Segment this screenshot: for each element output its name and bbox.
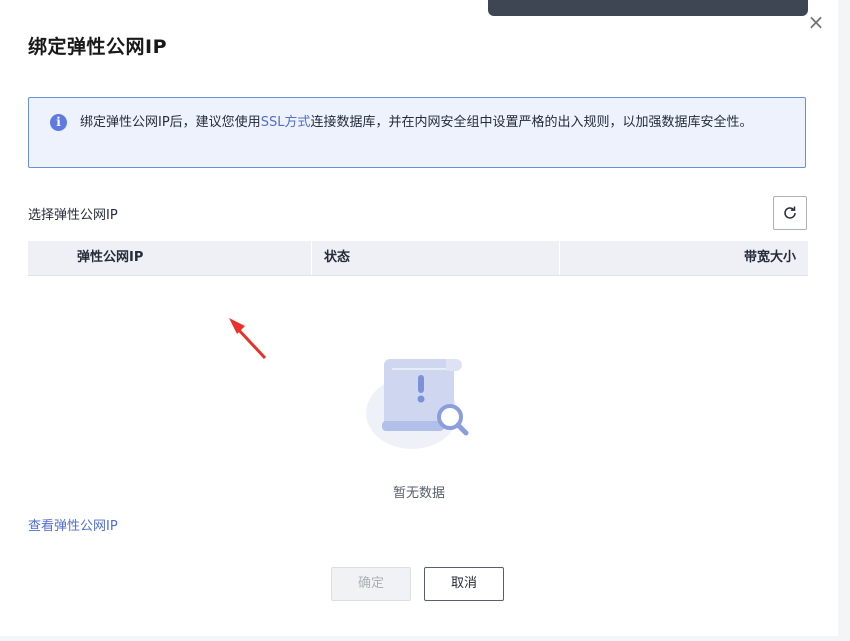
close-button[interactable]: ×: [806, 12, 826, 32]
view-eip-link[interactable]: 查看弹性公网IP: [28, 515, 118, 534]
empty-state-text: 暂无数据: [392, 486, 445, 501]
cancel-button[interactable]: 取消: [424, 567, 504, 601]
empty-data-icon: [366, 359, 469, 449]
ssl-link[interactable]: SSL方式: [261, 115, 311, 130]
dialog-title: 绑定弹性公网IP: [28, 36, 167, 58]
info-icon: i: [50, 114, 67, 131]
info-alert: i 绑定弹性公网IP后，建议您使用SSL方式连接数据库，并在内网安全组中设置严格…: [28, 97, 806, 168]
column-header-eip: 弹性公网IP: [77, 250, 144, 265]
refresh-icon: [784, 206, 796, 219]
pointer-arrow-icon: [229, 318, 267, 360]
info-text-after: 连接数据库，并在内网安全组中设置严格的出入规则，以加强数据库安全性。: [310, 115, 753, 130]
column-divider: [311, 241, 312, 275]
select-eip-label: 选择弹性公网IP: [28, 208, 118, 223]
column-divider: [559, 241, 560, 275]
info-text: 绑定弹性公网IP后，建议您使用SSL方式连接数据库，并在内网安全组中设置严格的出…: [80, 112, 790, 133]
refresh-button[interactable]: [773, 196, 807, 230]
info-text-before: 绑定弹性公网IP后，建议您使用: [80, 115, 261, 130]
close-icon: ×: [807, 10, 825, 34]
overlay-toast: [488, 0, 808, 16]
confirm-button[interactable]: 确定: [331, 567, 411, 601]
bind-eip-dialog: × 绑定弹性公网IP i 绑定弹性公网IP后，建议您使用SSL方式连接数据库，并…: [0, 0, 838, 636]
column-header-status: 状态: [324, 250, 351, 265]
column-header-bandwidth: 带宽大小: [743, 250, 796, 265]
eip-table-header: 弹性公网IP 状态 带宽大小: [28, 241, 808, 276]
